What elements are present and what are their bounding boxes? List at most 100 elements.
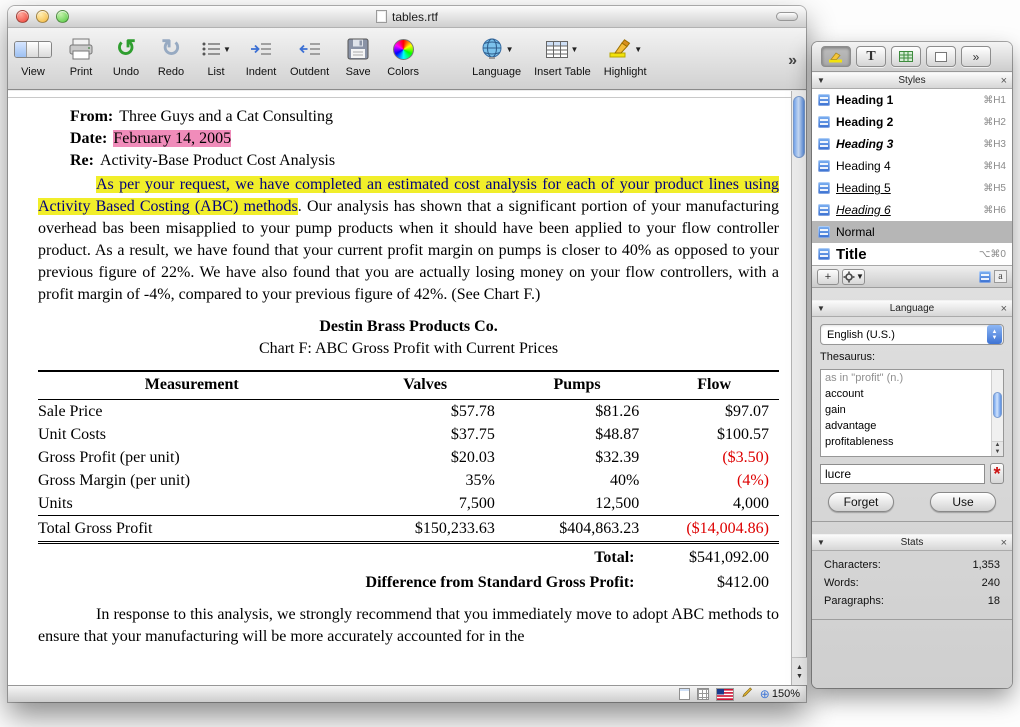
- close-icon[interactable]: ×: [994, 537, 1007, 549]
- table-row: Total Gross Profit$150,233.63$404,863.23…: [38, 516, 779, 543]
- thesaurus-item[interactable]: account: [821, 386, 990, 402]
- close-icon[interactable]: ×: [994, 75, 1007, 87]
- layout-grid-icon[interactable]: [697, 688, 709, 700]
- style-name: Title: [836, 246, 973, 263]
- thesaurus-item[interactable]: as in "profit" (n.): [821, 370, 990, 386]
- dropdown-stepper-icon: ▲▼: [987, 325, 1002, 344]
- palette-tab-blank[interactable]: [926, 46, 956, 67]
- view-icon: [14, 33, 52, 65]
- style-item[interactable]: Heading 5⌘H5: [812, 177, 1012, 199]
- forget-button[interactable]: Forget: [828, 492, 894, 512]
- document-area[interactable]: From:Three Guys and a Cat Consulting Dat…: [8, 91, 791, 685]
- thesaurus-lookup-button[interactable]: *: [990, 463, 1004, 484]
- table-cell: Units: [38, 492, 346, 516]
- thesaurus-scrollbar-thumb[interactable]: [993, 392, 1002, 418]
- view-button[interactable]: View: [14, 33, 52, 78]
- thesaurus-item[interactable]: advantage: [821, 418, 990, 434]
- table-cell: $81.26: [505, 400, 649, 424]
- scrollbar-thumb[interactable]: [793, 96, 805, 158]
- thesaurus-input[interactable]: [820, 464, 985, 484]
- paragraph-style-icon: [818, 226, 830, 238]
- disclosure-triangle-icon[interactable]: ▼: [817, 538, 830, 547]
- vertical-scrollbar[interactable]: ▲ ▼: [791, 91, 806, 685]
- dropdown-arrow-icon: ▼: [223, 45, 231, 54]
- add-style-button[interactable]: +: [817, 269, 839, 285]
- stat-value: 18: [988, 595, 1000, 607]
- undo-button[interactable]: ↺ Undo: [110, 33, 142, 78]
- pencil-icon[interactable]: [741, 685, 753, 703]
- disclosure-triangle-icon[interactable]: ▼: [817, 76, 830, 85]
- palette-titlebar[interactable]: T »: [812, 42, 1012, 72]
- indent-button[interactable]: Indent: [245, 33, 277, 78]
- total-line: Total: $541,092.00: [38, 547, 779, 569]
- styles-section-header[interactable]: ▼ Styles ×: [812, 72, 1012, 89]
- thesaurus-item[interactable]: gain: [821, 402, 990, 418]
- style-item[interactable]: Heading 4⌘H4: [812, 155, 1012, 177]
- table-cell: 4,000: [649, 492, 779, 516]
- palette-tab-highlight[interactable]: [821, 46, 851, 67]
- us-flag-icon[interactable]: [716, 688, 734, 701]
- language-section-header[interactable]: ▼ Language ×: [812, 300, 1012, 317]
- scroll-up-arrow-icon[interactable]: ▲: [796, 664, 803, 671]
- style-item[interactable]: Normal: [812, 221, 1012, 243]
- insert-table-button[interactable]: ▼ Insert Table: [534, 33, 591, 78]
- stat-label: Characters:: [824, 559, 881, 571]
- redo-icon: ↻: [161, 33, 181, 65]
- document-proxy-icon[interactable]: [376, 10, 387, 23]
- toolbar-overflow-chevron[interactable]: »: [785, 52, 800, 70]
- zoom-control[interactable]: ⊕ 150%: [760, 687, 800, 701]
- save-button[interactable]: Save: [342, 33, 374, 78]
- style-item[interactable]: Heading 2⌘H2: [812, 111, 1012, 133]
- close-icon[interactable]: ×: [994, 303, 1007, 315]
- redo-button[interactable]: ↻ Redo: [155, 33, 187, 78]
- table-cell: 40%: [505, 469, 649, 492]
- globe-icon: ▼: [480, 33, 514, 65]
- toolbar-toggle-button[interactable]: [776, 12, 798, 21]
- titlebar[interactable]: tables.rtf: [8, 6, 806, 28]
- disclosure-triangle-icon[interactable]: ▼: [817, 304, 830, 313]
- page-view-icon[interactable]: [679, 688, 690, 700]
- style-item[interactable]: Heading 6⌘H6: [812, 199, 1012, 221]
- thesaurus-scrollbar[interactable]: ▲▼: [991, 370, 1003, 456]
- document-content[interactable]: From:Three Guys and a Cat Consulting Dat…: [8, 98, 791, 648]
- style-item[interactable]: Heading 3⌘H3: [812, 133, 1012, 155]
- undo-icon: ↺: [116, 33, 136, 65]
- style-actions-button[interactable]: ▼: [842, 269, 865, 285]
- difference-value: $412.00: [635, 572, 779, 594]
- table-header-cell: Pumps: [505, 371, 649, 400]
- print-button[interactable]: Print: [65, 33, 97, 78]
- paragraph-styles-icon[interactable]: [979, 271, 991, 283]
- stats-section-header[interactable]: ▼ Stats ×: [812, 534, 1012, 551]
- use-button[interactable]: Use: [930, 492, 996, 512]
- language-dropdown[interactable]: English (U.S.) ▲▼: [820, 324, 1004, 345]
- character-styles-icon[interactable]: a: [994, 270, 1007, 283]
- palette-tab-overflow[interactable]: »: [961, 46, 991, 67]
- paragraph-style-icon: [818, 204, 830, 216]
- scroll-down-arrow-icon[interactable]: ▼: [796, 673, 803, 680]
- table-cell: $100.57: [649, 423, 779, 446]
- paragraph-style-icon: [818, 138, 830, 150]
- language-button[interactable]: ▼ Language: [472, 33, 521, 78]
- palette-tab-text[interactable]: T: [856, 46, 886, 67]
- list-button[interactable]: ▼ List: [200, 33, 232, 78]
- paragraph-style-icon: [818, 248, 830, 260]
- minimize-button[interactable]: [36, 10, 49, 23]
- lookup-row: *: [820, 463, 1004, 484]
- difference-label: Difference from Standard Gross Profit:: [38, 572, 635, 594]
- style-name: Heading 1: [836, 93, 977, 107]
- style-item[interactable]: Title⌥⌘0: [812, 243, 1012, 265]
- outdent-button[interactable]: Outdent: [290, 33, 329, 78]
- thesaurus-scrollbar-arrows[interactable]: ▲▼: [992, 441, 1003, 456]
- thesaurus-listbox[interactable]: as in "profit" (n.)accountgainadvantagep…: [820, 369, 1004, 457]
- cost-table-head-row: MeasurementValvesPumpsFlow: [38, 371, 779, 400]
- colors-button[interactable]: Colors: [387, 33, 419, 78]
- style-item[interactable]: Heading 1⌘H1: [812, 89, 1012, 111]
- highlight-button[interactable]: ▼ Highlight: [604, 33, 647, 78]
- thesaurus-item[interactable]: profitableness: [821, 434, 990, 450]
- close-button[interactable]: [16, 10, 29, 23]
- green-table-icon: [899, 51, 913, 62]
- zoom-window-button[interactable]: [56, 10, 69, 23]
- palette-tab-table[interactable]: [891, 46, 921, 67]
- scrollbar-arrows[interactable]: ▲ ▼: [792, 657, 807, 685]
- overflow-chevron-icon: »: [973, 50, 980, 64]
